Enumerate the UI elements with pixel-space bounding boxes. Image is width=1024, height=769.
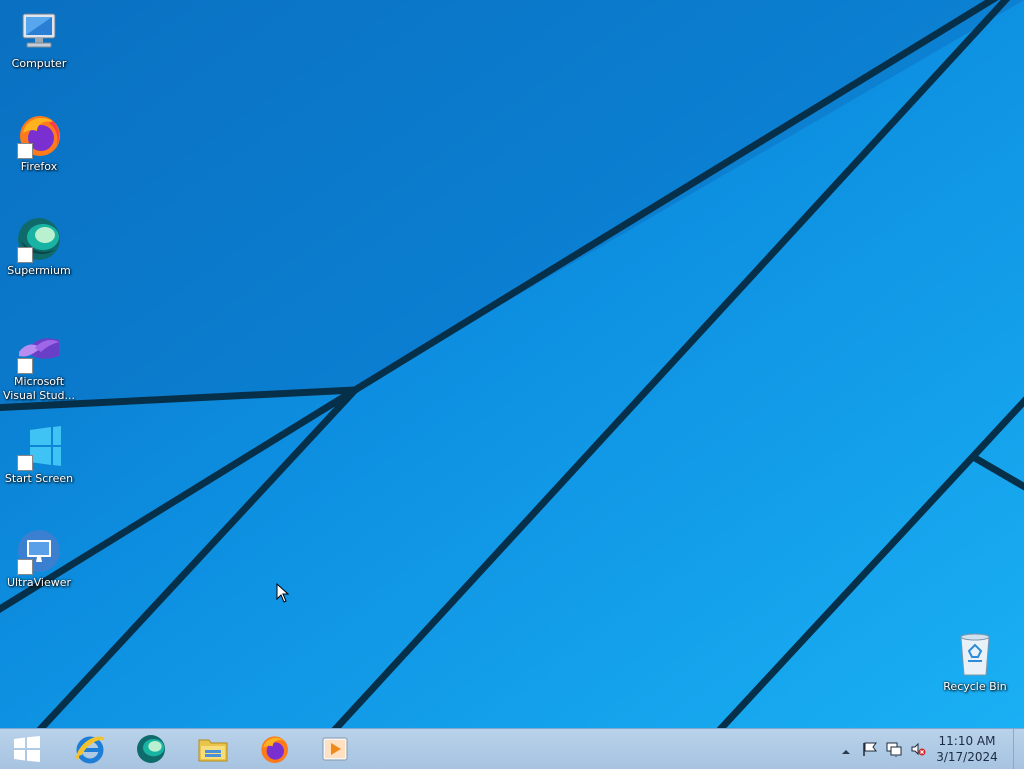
shortcut-arrow-icon (17, 143, 33, 159)
desktop-icon-computer[interactable]: Computer (1, 8, 77, 71)
clock-date: 3/17/2024 (936, 750, 998, 764)
firefox-icon (261, 736, 288, 763)
network-icon (886, 742, 902, 757)
chevron-up-icon (842, 750, 850, 754)
clock-time: 11:10 AM (938, 734, 996, 748)
desktop-icon-label: Computer (11, 57, 67, 70)
network-button[interactable] (886, 741, 902, 757)
taskbar-firefox[interactable] (246, 732, 302, 766)
desktop-icon-visual-studio[interactable]: Microsoft Visual Stud... (1, 326, 77, 403)
action-center-button[interactable] (862, 741, 878, 757)
desktop-icon-label: Microsoft Visual Stud... (2, 375, 76, 402)
supermium-icon (137, 735, 165, 763)
supermium-icon (15, 215, 63, 263)
desktop-icon-recycle-bin[interactable]: Recycle Bin (937, 631, 1013, 694)
clock[interactable]: 11:10 AM 3/17/2024 (932, 733, 1002, 765)
media-player-icon (322, 737, 348, 761)
recycle-bin-icon (951, 631, 999, 679)
volume-muted-icon (911, 742, 926, 756)
desktop-icon-supermium[interactable]: Supermium (1, 215, 77, 278)
start-button[interactable] (0, 732, 54, 766)
mouse-cursor-icon (276, 583, 290, 603)
action-center-flag-icon (863, 742, 877, 756)
shortcut-arrow-icon (17, 247, 33, 263)
firefox-icon (15, 111, 63, 159)
desktop-icon-label: Start Screen (4, 472, 74, 485)
desktop-icon-ultraviewer[interactable]: UltraViewer (1, 527, 77, 590)
desktop-icon-label: Supermium (7, 264, 71, 277)
desktop-icon-label: Firefox (20, 160, 58, 173)
windows-icon (15, 423, 63, 471)
windows-start-icon (14, 736, 40, 762)
ultraviewer-icon (15, 527, 63, 575)
file-explorer-icon (198, 739, 228, 762)
desktop-icon-label: UltraViewer (6, 576, 72, 589)
show-hidden-icons-button[interactable] (840, 743, 852, 755)
taskbar-supermium[interactable] (123, 732, 179, 766)
shortcut-arrow-icon (17, 358, 33, 374)
desktop-icon-firefox[interactable]: Firefox (1, 111, 77, 174)
visual-studio-icon (15, 326, 63, 374)
taskbar: 11:10 AM 3/17/2024 (0, 728, 1024, 769)
taskbar-file-explorer[interactable] (185, 732, 241, 766)
system-tray: 11:10 AM 3/17/2024 (840, 729, 1024, 769)
taskbar-internet-explorer[interactable] (62, 732, 118, 766)
computer-icon (15, 8, 63, 56)
desktop-icon-start-screen[interactable]: Start Screen (1, 423, 77, 486)
desktop-wallpaper (0, 0, 1024, 728)
shortcut-arrow-icon (17, 455, 33, 471)
internet-explorer-icon (75, 736, 105, 764)
show-desktop-button[interactable] (1013, 729, 1024, 769)
desktop-icon-label: Recycle Bin (943, 680, 1007, 693)
taskbar-media-player[interactable] (307, 732, 363, 766)
volume-button[interactable] (910, 741, 926, 757)
shortcut-arrow-icon (17, 559, 33, 575)
